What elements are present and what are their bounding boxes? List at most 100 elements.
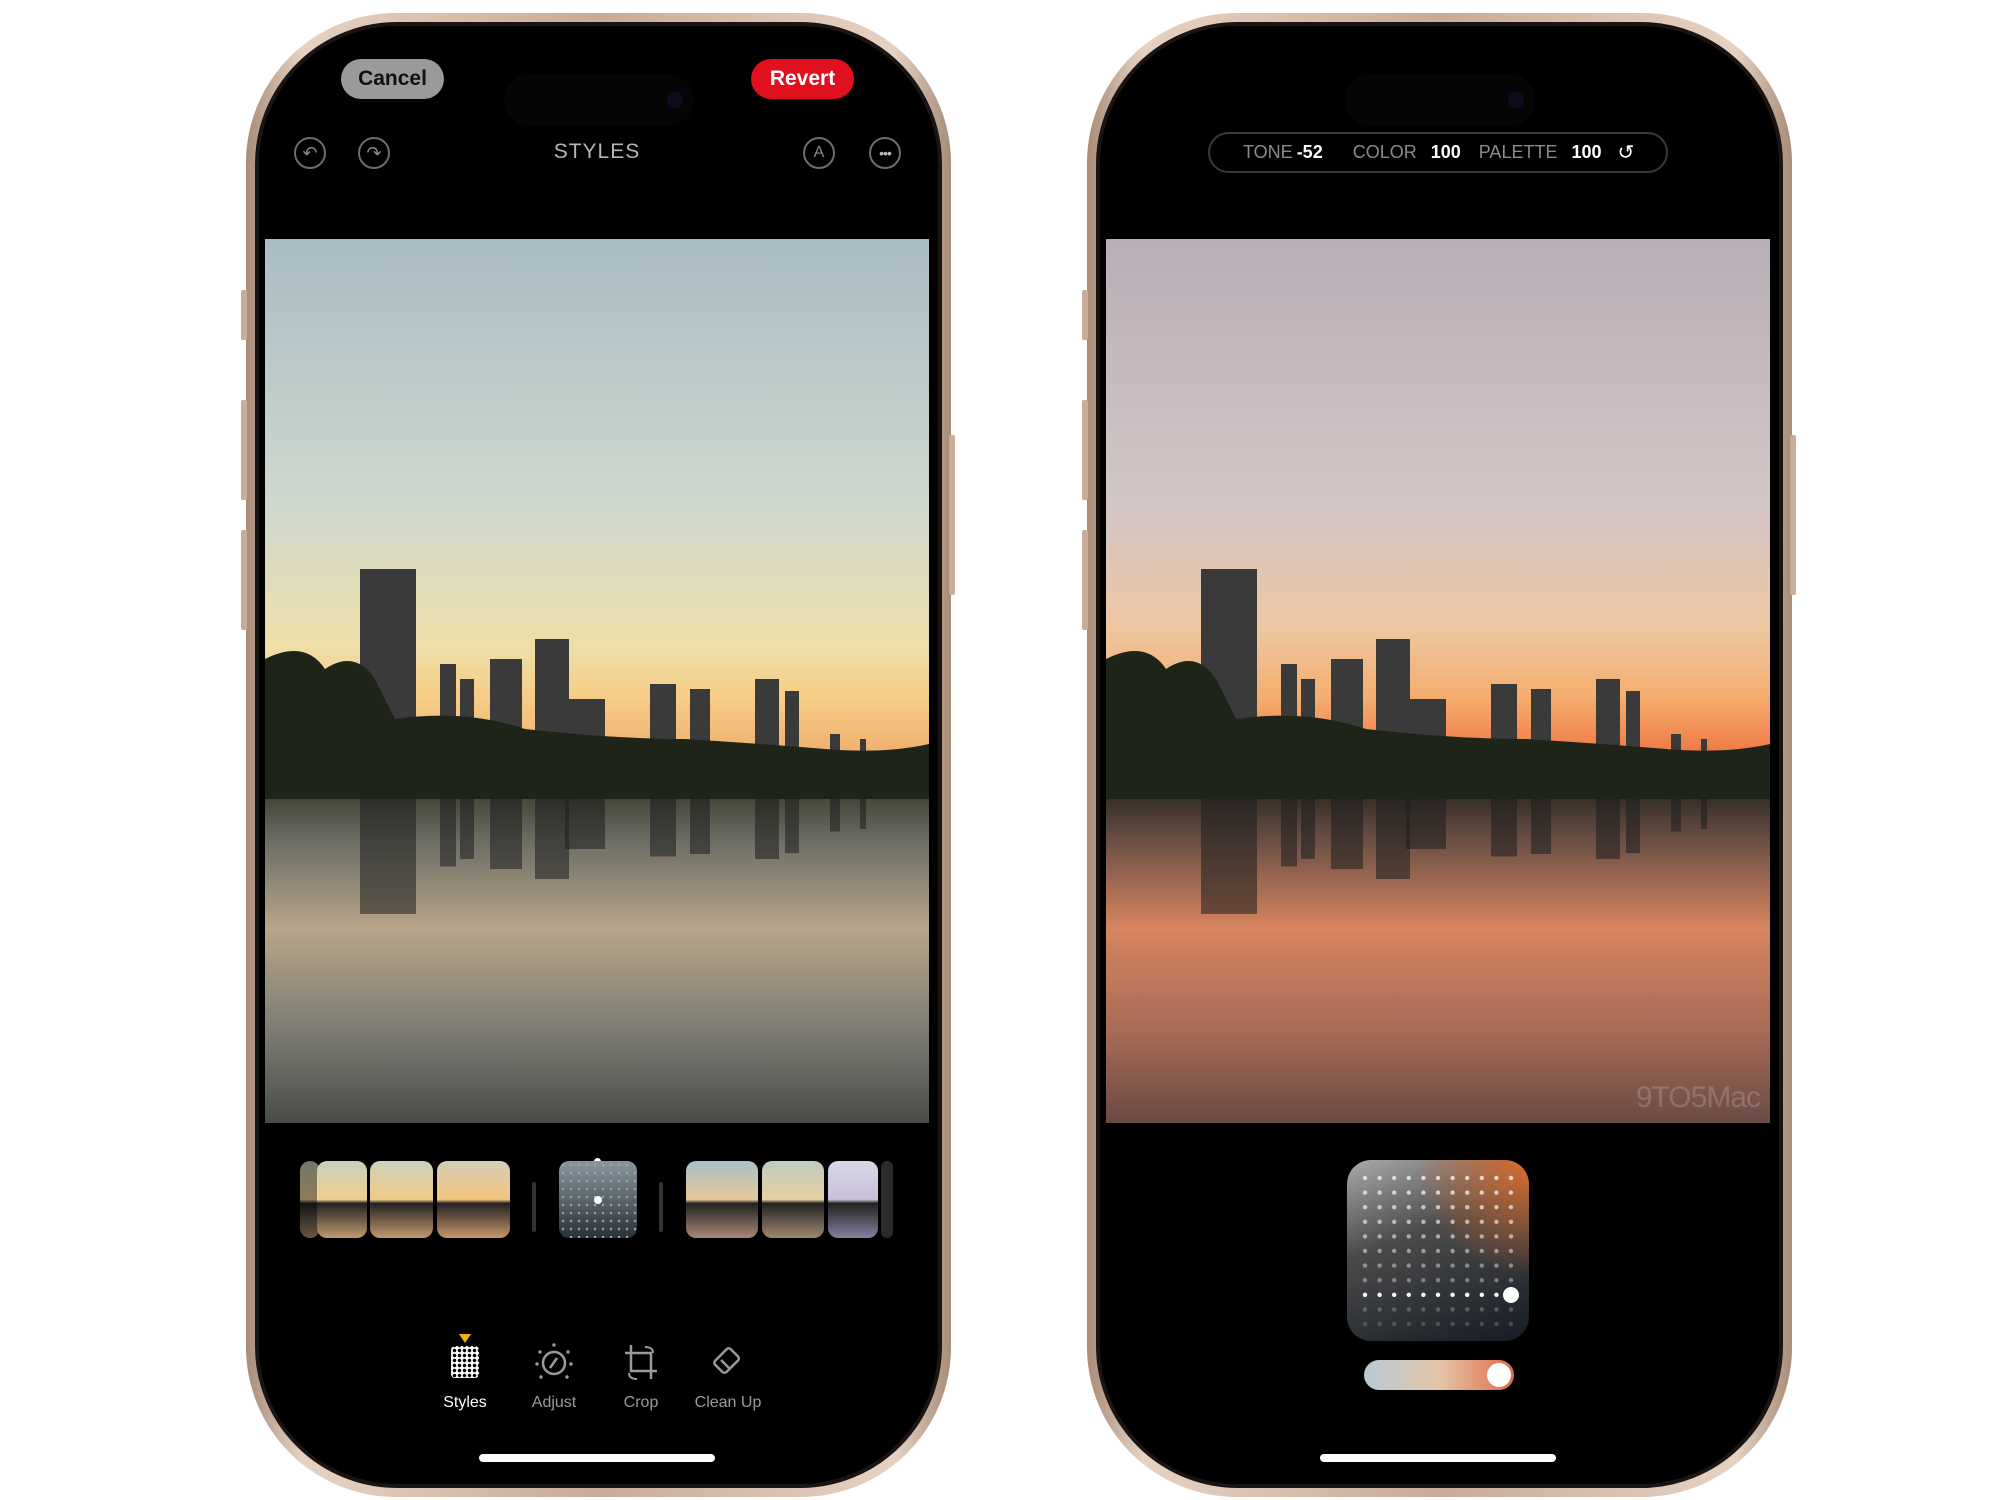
reflection [755,799,779,859]
page-title: STYLES [553,140,641,163]
pad-dot [1421,1307,1426,1312]
reflection [360,799,416,914]
pad-dot [1508,1263,1514,1268]
reflection [1301,799,1315,859]
pad-dot [1494,1292,1499,1297]
pad-dot [1465,1234,1470,1239]
pad-dot [1494,1278,1499,1283]
pad-selection-handle [1503,1287,1519,1303]
style-thumbnail[interactable] [828,1161,878,1238]
pad-dot [1465,1292,1470,1297]
pad-dot [1362,1307,1368,1312]
style-thumbnail[interactable] [317,1161,367,1238]
home-indicator[interactable] [1320,1454,1556,1462]
pad-dot [1421,1219,1426,1224]
palette-slider[interactable] [1364,1360,1514,1390]
reflection [1331,799,1363,869]
style-grid-thumbnail[interactable] [559,1161,637,1238]
reflection [1596,799,1620,859]
pad-dot [1392,1234,1397,1239]
tool-styles[interactable]: Styles [415,1338,515,1412]
pad-dot [1450,1248,1455,1254]
pad-dot [1406,1175,1411,1181]
pad-dot [1494,1307,1499,1312]
pad-dot [1479,1248,1484,1254]
redo-icon[interactable]: ↷ [358,137,390,169]
reflection [565,799,605,849]
pad-dot [1450,1278,1455,1283]
more-icon[interactable]: ••• [869,137,901,169]
reflection [860,799,866,829]
reflection [440,799,456,867]
pad-dot [1508,1307,1514,1312]
palette-slider-thumb[interactable] [1487,1363,1511,1387]
pad-dot [1377,1219,1382,1224]
reflection [1491,799,1517,857]
pad-dot [1362,1321,1368,1327]
pad-dot [1508,1321,1514,1327]
tool-clean-up[interactable]: Clean Up [678,1338,778,1412]
pad-dot [1450,1219,1455,1224]
tool-label: Clean Up [694,1394,762,1411]
pad-dot [1406,1190,1411,1195]
pad-dot [1450,1175,1455,1181]
pad-dot [1421,1292,1426,1297]
pad-dot [1465,1321,1470,1327]
color-label: COLOR [1352,142,1417,162]
pad-dot [1421,1278,1426,1283]
pad-dot [1508,1278,1514,1283]
pad-dot [1392,1263,1397,1268]
reflection [1671,799,1681,832]
pad-dot [1508,1205,1514,1210]
adjustment-values-pill: TONE -52 COLOR 100 PALETTE 100 ↺ [1208,132,1668,173]
pad-dot [1435,1263,1441,1268]
reflection [1406,799,1446,849]
undo-icon[interactable]: ↶ [294,137,326,169]
pad-dot [1362,1248,1368,1254]
pad-dot [1479,1307,1484,1312]
revert-button[interactable]: Revert [751,59,854,99]
pad-dot [1392,1219,1397,1224]
divider [532,1182,536,1232]
pad-dot [1421,1190,1426,1195]
pad-dot [1392,1175,1397,1181]
palette-value: 100 [1571,142,1602,162]
pad-dot [1421,1175,1426,1181]
reflection [1281,799,1297,867]
pad-dot [1392,1307,1397,1312]
pad-dot [1508,1175,1514,1181]
reflection [490,799,522,869]
pad-dot [1494,1205,1499,1210]
reflection [535,799,569,879]
pad-dot [1450,1205,1455,1210]
style-thumbnail[interactable] [762,1161,824,1238]
tool-crop[interactable]: Crop [591,1338,691,1412]
style-thumbnail[interactable] [881,1161,893,1238]
pad-dot [1377,1234,1382,1239]
reflection [1626,799,1640,853]
pad-dot [1450,1190,1455,1195]
reflection [1376,799,1410,879]
pad-dot [1465,1278,1470,1283]
pad-dot [1392,1278,1397,1283]
pad-dot [1392,1321,1397,1327]
tool-label: Crop [623,1394,659,1411]
style-pad[interactable] [1347,1160,1529,1341]
pad-dot [1392,1205,1397,1210]
pad-dot [1435,1234,1441,1239]
tool-adjust[interactable]: Adjust [504,1338,604,1412]
reset-icon[interactable]: ↺ [1618,140,1635,165]
style-thumbnail[interactable] [437,1161,510,1238]
style-thumbnail[interactable] [686,1161,758,1238]
pad-dot [1479,1234,1484,1239]
pad-dot [1377,1263,1382,1268]
cancel-button[interactable]: Cancel [341,59,444,99]
watermark: 9TO5Mac [1635,1081,1761,1114]
pad-dot [1435,1190,1441,1195]
pad-dot [1508,1219,1514,1224]
markup-icon[interactable]: A [803,137,835,169]
pad-dot [1494,1190,1499,1195]
tone-value: -52 [1296,142,1323,162]
home-indicator[interactable] [479,1454,715,1462]
style-thumbnail[interactable] [370,1161,433,1238]
